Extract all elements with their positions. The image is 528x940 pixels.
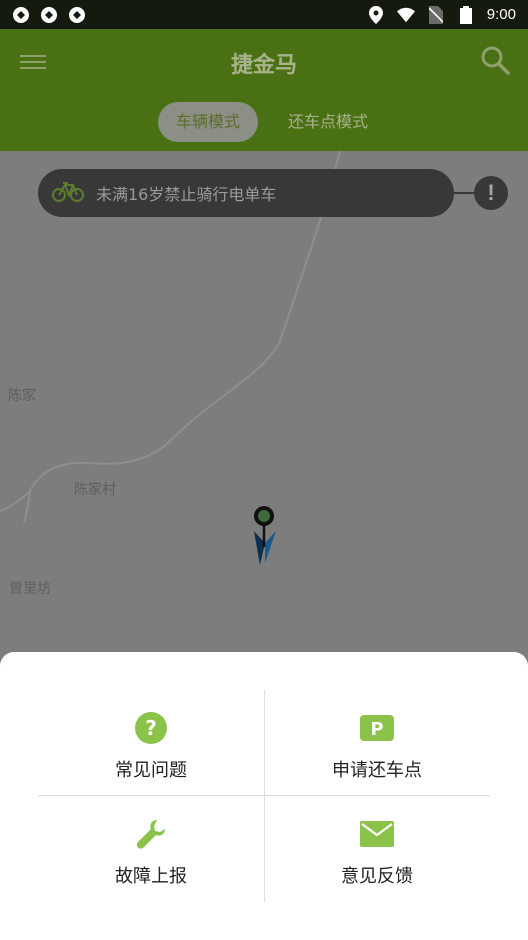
feedback-label: 意见反馈	[341, 866, 413, 887]
apply-return-point-label: 申请还车点	[332, 760, 422, 781]
parking-icon: P	[360, 710, 394, 746]
location-icon	[367, 5, 385, 24]
svg-text:?: ?	[145, 716, 157, 740]
mail-icon	[360, 816, 394, 852]
search-icon[interactable]	[480, 45, 510, 75]
bottom-sheet-menu: ? 常见问题 P 申请还车点 故障上报 意见反馈	[0, 652, 528, 940]
report-fault-label: 故障上报	[115, 866, 187, 887]
tab-return-point-mode[interactable]: 还车点模式	[270, 102, 386, 142]
page-title: 捷金马	[230, 53, 297, 78]
app-notification-icon	[40, 6, 58, 24]
mode-tabs: 车辆模式 还车点模式	[158, 102, 386, 142]
svg-text:P: P	[370, 719, 383, 740]
wifi-icon	[396, 6, 415, 24]
no-sim-icon	[427, 5, 445, 24]
app-notification-icon	[12, 6, 30, 24]
help-circle-icon: ?	[135, 710, 167, 746]
tab-vehicle-mode[interactable]: 车辆模式	[158, 102, 259, 142]
status-time: 9:00	[486, 6, 516, 23]
map-label: 陈家	[8, 388, 36, 404]
feedback-button[interactable]: 意见反馈	[264, 796, 490, 896]
app-bar: 捷金马 车辆模式 还车点模式	[0, 29, 528, 151]
map-label: 曾里坊	[9, 581, 51, 597]
wrench-icon	[135, 816, 167, 852]
faq-button[interactable]: ? 常见问题	[38, 690, 264, 790]
notice-banner[interactable]: 未满16岁禁止骑行电单车	[38, 169, 454, 217]
map-label: 陈家村	[74, 482, 116, 498]
bike-icon	[52, 179, 84, 207]
status-bar: 9:00	[0, 0, 528, 29]
notice-text: 未满16岁禁止骑行电单车	[96, 185, 277, 204]
current-location-marker-icon	[248, 503, 282, 571]
battery-icon	[457, 5, 475, 24]
app-notification-icon	[68, 6, 86, 24]
report-fault-button[interactable]: 故障上报	[38, 796, 264, 896]
alert-icon[interactable]: !	[474, 176, 508, 210]
faq-label: 常见问题	[115, 760, 187, 781]
apply-return-point-button[interactable]: P 申请还车点	[264, 690, 490, 790]
notice-connector	[454, 192, 476, 194]
